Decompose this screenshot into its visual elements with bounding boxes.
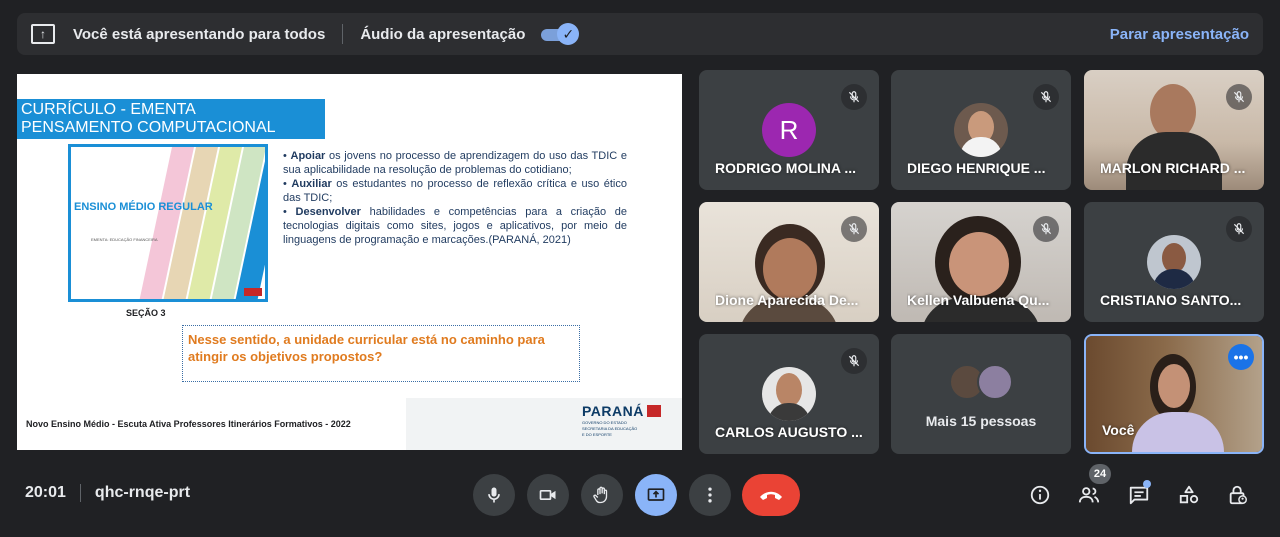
microphone-icon	[488, 487, 500, 503]
meeting-info: 20:01 qhc-rnqe-prt	[25, 484, 190, 502]
participant-tile[interactable]: CRISTIANO SANTO...	[1084, 202, 1264, 322]
participant-tile[interactable]: Dione Aparecida De...	[699, 202, 879, 322]
slide-title-line1: CURRÍCULO - EMENTA	[21, 101, 196, 118]
shapes-icon	[1179, 485, 1199, 504]
participant-name: MARLON RICHARD ...	[1100, 160, 1246, 176]
slide-question: Nesse sentido, a unidade curricular está…	[182, 325, 580, 382]
mic-off-icon	[841, 348, 867, 374]
audio-label: Áudio da apresentação	[360, 25, 526, 43]
camera-button[interactable]	[527, 474, 569, 516]
presentation-banner: ↑ Você está apresentando para todos Áudi…	[17, 13, 1263, 55]
meeting-code: qhc-rnqe-prt	[94, 484, 191, 501]
bullet-item: • Desenvolver habilidades e competências…	[283, 206, 627, 246]
parana-logo: PARANÁ GOVERNO DO ESTADO SECRETARIA DA E…	[582, 403, 661, 437]
avatar	[1147, 235, 1201, 289]
presenting-label: Você está apresentando para todos	[73, 25, 326, 43]
leave-call-button[interactable]	[742, 474, 800, 516]
avatar	[762, 367, 816, 421]
banner-divider	[342, 24, 344, 44]
present-screen-icon: ↑	[31, 24, 55, 44]
mic-off-icon	[1226, 84, 1252, 110]
people-button[interactable]	[1074, 480, 1104, 510]
bullet-item: • Auxiliar os estudantes no processo de …	[283, 178, 627, 204]
slide-title-line2: PENSAMENTO COMPUTACIONAL	[21, 119, 276, 136]
present-icon	[647, 488, 665, 501]
avatar	[954, 103, 1008, 157]
participant-name: Você	[1102, 422, 1135, 438]
present-screen-button[interactable]	[635, 474, 677, 516]
shared-slide: CURRÍCULO - EMENTA PENSAMENTO COMPUTACIO…	[17, 74, 682, 450]
chat-notification-dot	[1143, 480, 1151, 488]
participant-tile[interactable]: Kellen Valbuena Qu...	[891, 202, 1071, 322]
camera-icon	[539, 490, 556, 500]
more-options-icon[interactable]: •••	[1228, 344, 1254, 370]
slide-footer: Novo Ensino Médio - Escuta Ativa Profess…	[26, 419, 351, 429]
more-vert-icon	[708, 487, 712, 503]
meeting-details-button[interactable]	[1025, 480, 1055, 510]
mic-off-icon	[1033, 216, 1059, 242]
raise-hand-button[interactable]	[581, 474, 623, 516]
more-options-button[interactable]	[689, 474, 731, 516]
document-thumbnail: ENSINO MÉDIO REGULAR EMENTA: EDUCAÇÃO FI…	[68, 144, 268, 302]
parana-mini-logo	[244, 288, 262, 296]
more-people-label: Mais 15 pessoas	[925, 413, 1037, 429]
lock-person-icon	[1229, 485, 1247, 505]
more-people-tile[interactable]: Mais 15 pessoas	[891, 334, 1071, 454]
hang-up-icon	[760, 491, 782, 500]
participant-tile[interactable]: MARLON RICHARD ...	[1084, 70, 1264, 190]
slide-bullets: • Apoiar os jovens no processo de aprend…	[283, 149, 627, 247]
thumbnail-title: ENSINO MÉDIO REGULAR	[74, 201, 213, 213]
stop-presenting-button[interactable]: Parar apresentação	[1110, 26, 1249, 43]
participant-name: Dione Aparecida De...	[715, 292, 859, 308]
participant-tile[interactable]: DIEGO HENRIQUE ...	[891, 70, 1071, 190]
avatar: R	[762, 103, 816, 157]
thumbnail-subtitle: EMENTA: EDUCAÇÃO FINANCEIRA	[91, 237, 158, 242]
host-controls-button[interactable]	[1223, 480, 1253, 510]
clock-time: 20:01	[25, 484, 66, 501]
mic-off-icon	[841, 216, 867, 242]
participant-name: DIEGO HENRIQUE ...	[907, 160, 1046, 176]
microphone-button[interactable]	[473, 474, 515, 516]
people-icon	[1078, 487, 1100, 503]
participant-name: CRISTIANO SANTO...	[1100, 292, 1242, 308]
activities-button[interactable]	[1174, 480, 1204, 510]
mic-off-icon	[841, 84, 867, 110]
audio-toggle[interactable]: ✓	[541, 23, 580, 45]
self-view-tile[interactable]: ••• Você	[1084, 334, 1264, 454]
check-icon: ✓	[557, 23, 580, 45]
bullet-item: • Apoiar os jovens no processo de aprend…	[283, 150, 627, 176]
hand-icon	[593, 486, 608, 504]
participant-tile[interactable]: CARLOS AUGUSTO ...	[699, 334, 879, 454]
more-people-avatars	[949, 364, 1019, 400]
info-icon	[1030, 485, 1050, 505]
participant-name: Kellen Valbuena Qu...	[907, 292, 1050, 308]
mic-off-icon	[1033, 84, 1059, 110]
avatar	[977, 364, 1013, 400]
participant-name: CARLOS AUGUSTO ...	[715, 424, 863, 440]
meeting-info-divider	[79, 484, 81, 502]
mic-off-icon	[1226, 216, 1252, 242]
participant-tile[interactable]: R RODRIGO MOLINA ...	[699, 70, 879, 190]
participant-name: RODRIGO MOLINA ...	[715, 160, 857, 176]
slide-title: CURRÍCULO - EMENTA PENSAMENTO COMPUTACIO…	[17, 99, 325, 139]
section-label: SEÇÃO 3	[126, 308, 166, 318]
